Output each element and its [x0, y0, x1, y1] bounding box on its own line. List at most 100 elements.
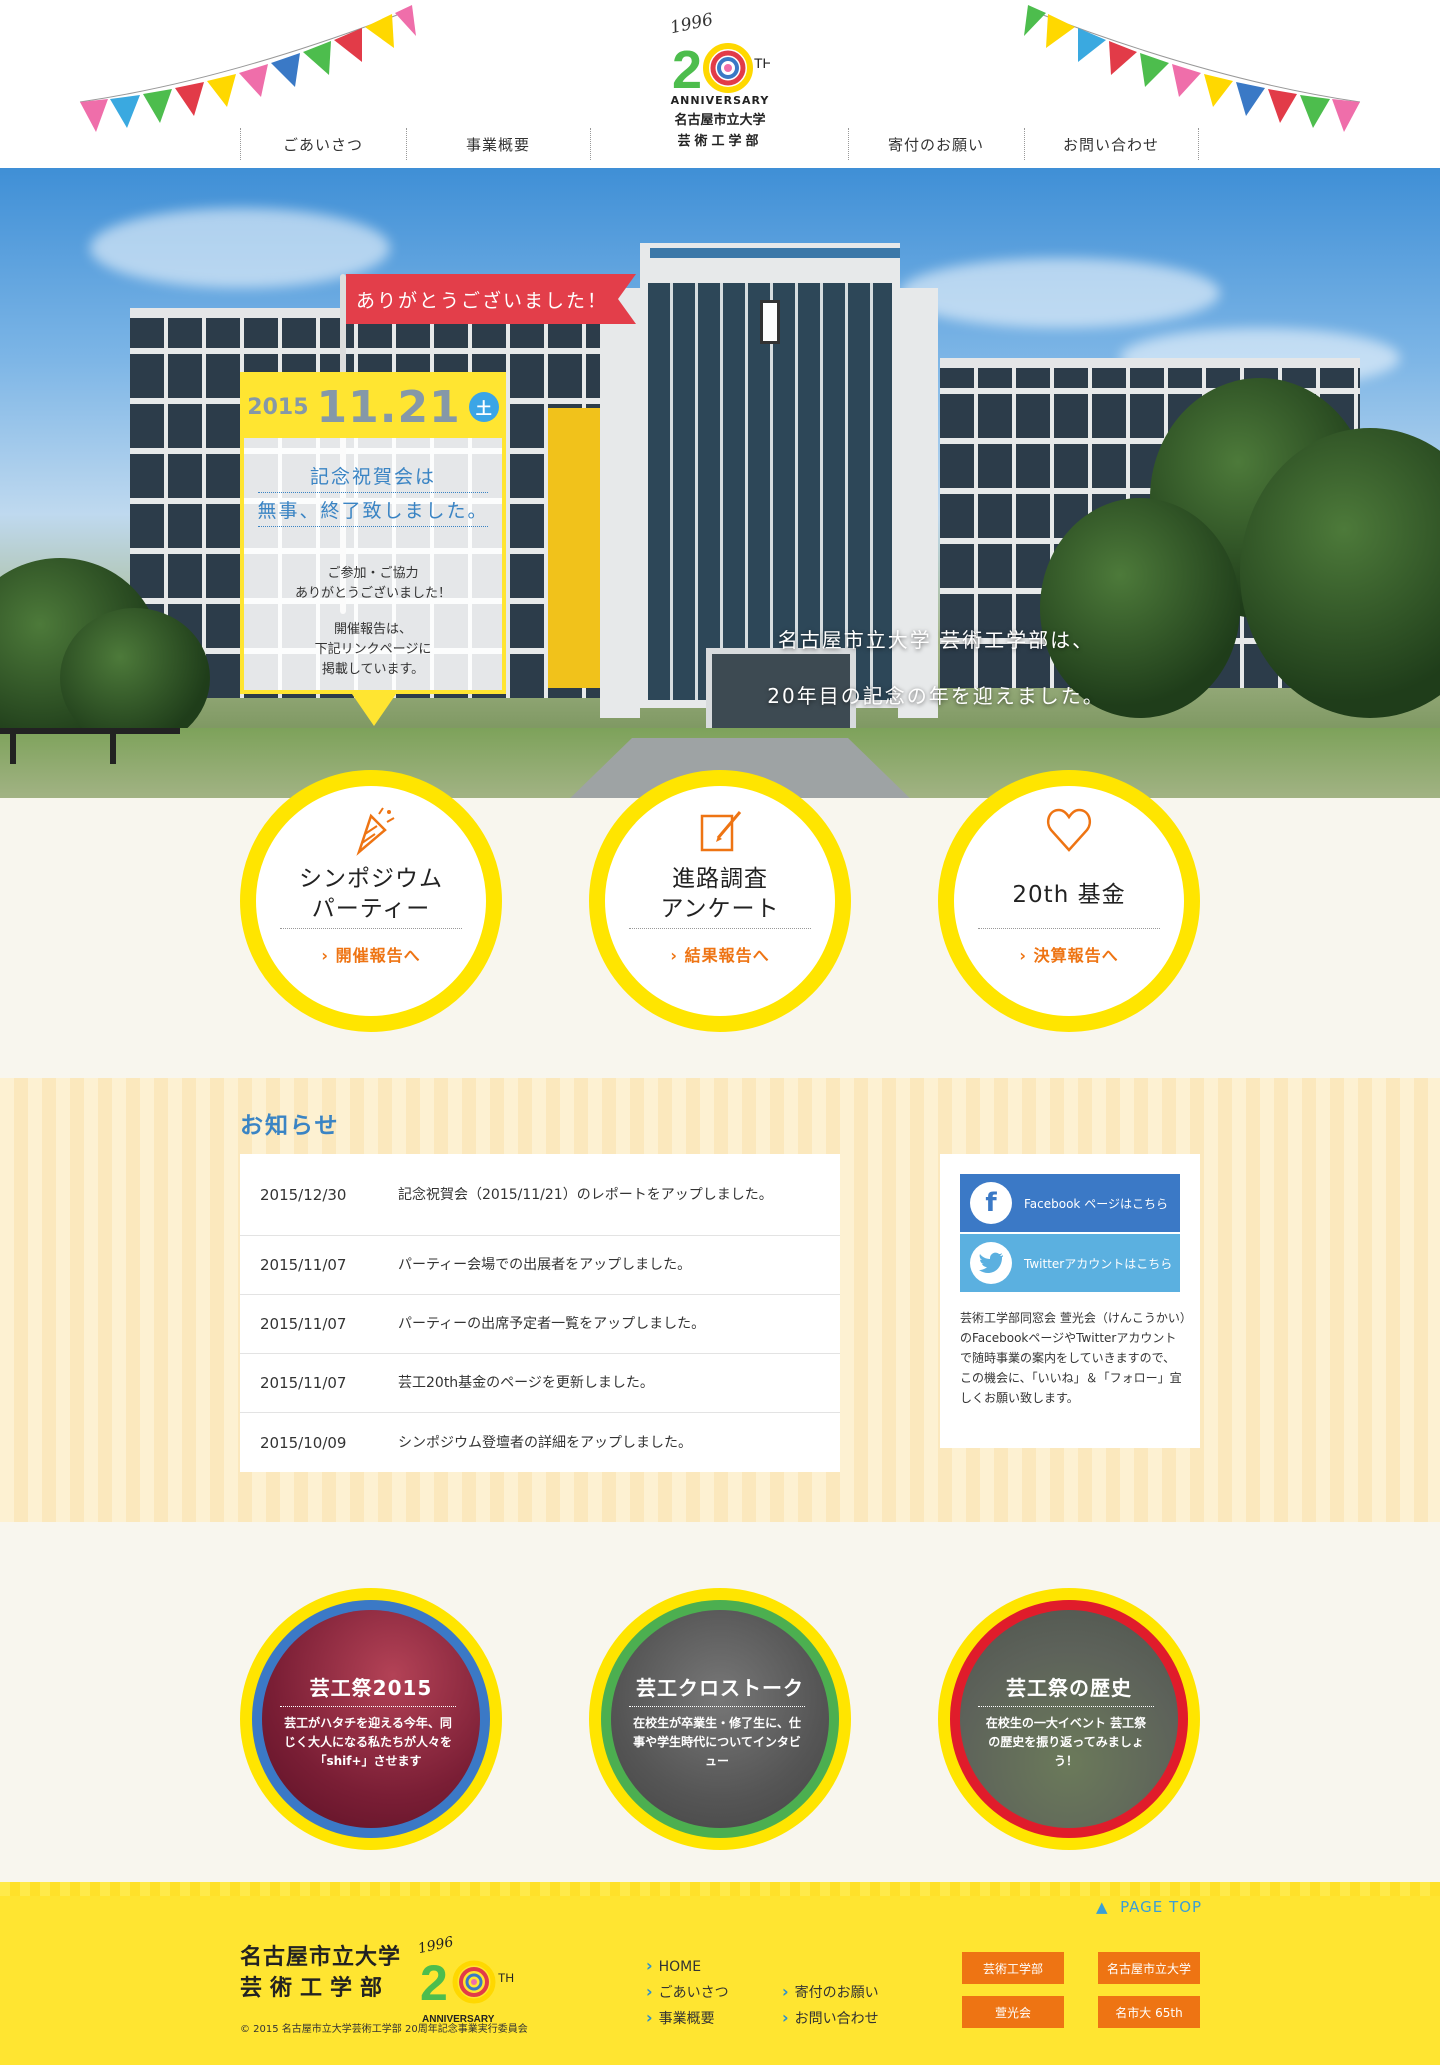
site-footer — [0, 1882, 1440, 2065]
nav-divider — [590, 128, 591, 160]
footer-logo-year: 1996 — [417, 1934, 455, 1957]
footer-link-donation[interactable]: 寄付のお願い — [782, 1982, 879, 2002]
logo-th: TH — [754, 55, 770, 71]
news-date: 2015/12/30 — [260, 1185, 347, 1204]
circle-title-line-2: アンケート — [660, 896, 780, 922]
report-line-3: 掲載しています。 — [321, 662, 425, 677]
event-headline: 記念祝賀会は 無事、終了致しました。 — [244, 460, 502, 528]
nav-overview[interactable]: 事業概要 — [406, 128, 590, 160]
link-label: 開催報告へ — [335, 946, 421, 965]
fund-circle[interactable]: 20th 基金 › 決算報告へ — [938, 770, 1200, 1032]
site-header: 1996 2 TH ANNIVERSARY 名古屋市立大学 芸術工学部 ごあいさ… — [0, 0, 1440, 168]
twitter-bird-icon — [970, 1242, 1012, 1284]
footer-department: 芸術工学部 — [240, 1976, 391, 2001]
event-headline-1: 記念祝賀会は — [309, 466, 436, 488]
feature-history[interactable]: 芸工祭の歴史 在校生の一大イベント 芸工祭の歴史を振り返ってみましょう！ — [938, 1588, 1200, 1850]
survey-report-link[interactable]: › 結果報告へ — [605, 942, 835, 966]
facebook-button[interactable]: f Facebook ページはこちら — [960, 1174, 1180, 1232]
footer-logo-th: TH — [498, 1971, 514, 1985]
logo-year: 1996 — [668, 9, 715, 39]
page-top-link[interactable]: ▲ PAGE TOP — [1096, 1898, 1202, 1916]
event-weekday-badge: 土 — [468, 392, 499, 422]
hero-caption-line-1: 名古屋市立大学 芸術工学部は、 — [777, 628, 1095, 652]
footer-anniversary-logo[interactable]: 1996 2 TH ANNIVERSARY — [414, 1928, 524, 2028]
thanks-line-1: ご参加・ご協力 — [327, 566, 419, 581]
20th-logo-mark: 2 TH — [672, 40, 770, 96]
news-date: 2015/10/09 — [260, 1433, 347, 1452]
twitter-label: Twitterアカウントはこちら — [1024, 1256, 1173, 1271]
news-date: 2015/11/07 — [260, 1256, 347, 1274]
twitter-button[interactable]: Twitterアカウントはこちら — [960, 1234, 1180, 1292]
news-title[interactable]: 記念祝賀会（2015/11/21）のレポートをアップしました。 — [398, 1183, 814, 1207]
footer-link-home[interactable]: HOME — [646, 1956, 701, 1975]
feature-gekousai-2015[interactable]: 芸工祭2015 芸工がハタチを迎える今年、同じく大人になる私たちが人々を「shi… — [240, 1588, 502, 1850]
report-line-1: 開催報告は、 — [333, 622, 412, 637]
nav-greeting[interactable]: ごあいさつ — [240, 128, 406, 160]
symposium-party-circle[interactable]: シンポジウム パーティー › 開催報告へ — [240, 770, 502, 1032]
footer-button-alumni[interactable]: 萱光会 — [962, 1996, 1064, 2028]
nav-donation[interactable]: 寄付のお願い — [848, 128, 1024, 160]
footer-link-greeting[interactable]: ごあいさつ — [646, 1982, 729, 2002]
news-date: 2015/11/07 — [260, 1315, 347, 1333]
chevron-right-icon: › — [1019, 946, 1027, 965]
fund-report-link[interactable]: › 決算報告へ — [954, 942, 1184, 966]
circle-title-line-2: パーティー — [311, 896, 431, 922]
career-survey-circle[interactable]: 進路調査 アンケート › 結果報告へ — [589, 770, 851, 1032]
news-item[interactable]: 2015/11/07 パーティー会場での出展者をアップしました。 — [240, 1236, 840, 1295]
feature-title: 芸工クロストーク — [636, 1676, 804, 1700]
circle-title: 進路調査 アンケート — [605, 864, 835, 924]
party-popper-icon — [356, 807, 395, 856]
copyright: © 2015 名古屋市立大学芸術工学部 20周年記念事業実行委員会 — [240, 2024, 528, 2035]
nav-contact[interactable]: お問い合わせ — [1024, 128, 1198, 160]
circle-title: 20th 基金 — [954, 880, 1184, 910]
event-thanks: ご参加・ご協力 ありがとうございました！ — [244, 564, 502, 604]
circle-title: シンポジウム パーティー — [256, 864, 486, 924]
facebook-label: Facebook ページはこちら — [1024, 1196, 1168, 1211]
news-title[interactable]: パーティーの出席予定者一覧をアップしました。 — [398, 1312, 814, 1336]
footer-link-contact[interactable]: お問い合わせ — [782, 2008, 879, 2028]
footer-button-university[interactable]: 名古屋市立大学 — [1098, 1952, 1200, 1984]
report-line-2: 下記リンクページに — [314, 642, 432, 657]
footer-university: 名古屋市立大学 — [240, 1945, 402, 1970]
news-item[interactable]: 2015/10/09 シンポジウム登壇者の詳細をアップしました。 — [240, 1413, 840, 1472]
page-top-label: PAGE TOP — [1120, 1898, 1203, 1916]
nav-divider — [1198, 128, 1199, 160]
thanks-line-2: ありがとうございました！ — [294, 586, 451, 601]
feature-title: 芸工祭の歴史 — [1006, 1676, 1132, 1700]
hero-caption-line-2: 20年目の記念の年を迎えました。 — [767, 684, 1105, 708]
footer-button-65th[interactable]: 名市大 65th — [1098, 1996, 1200, 2028]
link-label: 結果報告へ — [684, 946, 770, 965]
thanks-flag: ありがとうございました！ — [346, 274, 636, 324]
circle-title-line-1: 進路調査 — [672, 866, 768, 892]
news-heading: お知らせ — [240, 1113, 340, 1139]
news-item[interactable]: 2015/11/07 芸工20th基金のページを更新しました。 — [240, 1354, 840, 1413]
news-item[interactable]: 2015/11/07 パーティーの出席予定者一覧をアップしました。 — [240, 1295, 840, 1354]
event-date: 2015 11.21 土 — [244, 376, 502, 438]
circle-title-line-1: シンポジウム — [299, 866, 443, 892]
heart-icon — [1047, 808, 1091, 852]
social-box: f Facebook ページはこちら Twitterアカウントはこちら 芸術工学… — [940, 1154, 1200, 1448]
logo-department: 芸術工学部 — [677, 134, 763, 149]
footer-link-overview[interactable]: 事業概要 — [646, 2008, 715, 2028]
news-title[interactable]: シンポジウム登壇者の詳細をアップしました。 — [398, 1431, 814, 1455]
news-item[interactable]: 2015/12/30 記念祝賀会（2015/11/21）のレポートをアップしまし… — [240, 1154, 840, 1236]
event-headline-2: 無事、終了致しました。 — [257, 500, 489, 522]
circle-title-line-1: 20th 基金 — [1012, 882, 1126, 908]
hero-caption: 名古屋市立大学 芸術工学部は、 20年目の記念の年を迎えました。 — [716, 612, 1156, 724]
news-title[interactable]: 芸工20th基金のページを更新しました。 — [398, 1371, 814, 1395]
anniversary-logo[interactable]: 1996 2 TH ANNIVERSARY 名古屋市立大学 芸術工学部 — [650, 10, 790, 154]
feature-crosstalk[interactable]: 芸工クロストーク 在校生が卒業生・修了生に、仕事や学生時代についてインタビュー — [589, 1588, 851, 1850]
footer-button-faculty[interactable]: 芸術工学部 — [962, 1952, 1064, 1984]
footer-logo-2: 2 — [420, 1955, 448, 2011]
pencil-note-icon — [700, 811, 742, 852]
news-title[interactable]: パーティー会場での出展者をアップしました。 — [398, 1253, 814, 1277]
feature-description: 在校生の一大イベント 芸工祭の歴史を振り返ってみましょう！ — [985, 1716, 1147, 1768]
event-monthday: 11.21 — [316, 381, 461, 433]
news-list: 2015/12/30 記念祝賀会（2015/11/21）のレポートをアップしまし… — [240, 1154, 840, 1472]
chevron-right-icon: › — [321, 946, 329, 965]
symposium-report-link[interactable]: › 開催報告へ — [256, 942, 486, 966]
logo-2: 2 — [672, 40, 702, 96]
feature-description: 芸工がハタチを迎える今年、同じく大人になる私たちが人々を「shif+」させます — [283, 1716, 452, 1768]
social-description: 芸術工学部同窓会 萱光会（けんこうかい）のFacebookページやTwitter… — [960, 1311, 1186, 1405]
event-report-note: 開催報告は、 下記リンクページに 掲載しています。 — [244, 620, 502, 680]
